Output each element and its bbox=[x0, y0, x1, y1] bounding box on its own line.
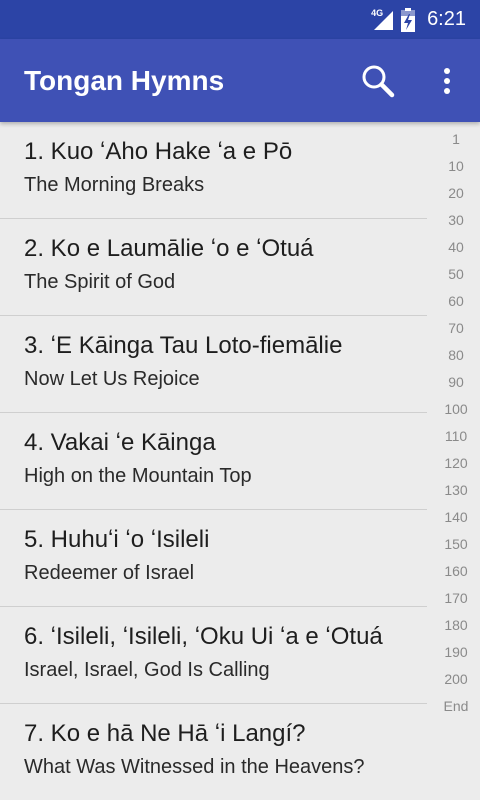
index-item-1[interactable]: 1 bbox=[432, 131, 480, 147]
signal-icon: 4G bbox=[371, 8, 395, 31]
overflow-menu-button[interactable] bbox=[423, 57, 471, 105]
hymn-list-item[interactable]: 5. Huhuʻi ʻo ʻIsileli Redeemer of Israel bbox=[0, 510, 427, 607]
index-item-70[interactable]: 70 bbox=[432, 320, 480, 336]
index-item-110[interactable]: 110 bbox=[432, 428, 480, 444]
index-item-90[interactable]: 90 bbox=[432, 374, 480, 390]
hymn-list-item[interactable]: 2. Ko e Laumālie ʻo e ʻOtuá The Spirit o… bbox=[0, 219, 427, 316]
hymn-title: 6. ʻIsileli, ʻIsileli, ʻOku Ui ʻa e ʻOtu… bbox=[24, 623, 383, 650]
index-item-40[interactable]: 40 bbox=[432, 239, 480, 255]
index-item-60[interactable]: 60 bbox=[432, 293, 480, 309]
fast-scroll-index[interactable]: 1 10 20 30 40 50 60 70 80 90 100 110 120… bbox=[432, 131, 480, 731]
hymn-title: 7. Ko e hā Ne Hā ʻi Langí? bbox=[24, 720, 306, 747]
index-item-20[interactable]: 20 bbox=[432, 185, 480, 201]
app-title: Tongan Hymns bbox=[24, 65, 225, 96]
index-item-190[interactable]: 190 bbox=[432, 644, 480, 660]
status-bar: 4G 6:21 bbox=[0, 0, 480, 39]
index-item-50[interactable]: 50 bbox=[432, 266, 480, 282]
index-item-200[interactable]: 200 bbox=[432, 671, 480, 687]
hymn-subtitle: Israel, Israel, God Is Calling bbox=[24, 659, 270, 681]
hymn-subtitle: The Morning Breaks bbox=[24, 174, 205, 196]
battery-icon bbox=[401, 7, 416, 32]
index-item-150[interactable]: 150 bbox=[432, 536, 480, 552]
status-icons: 4G 6:21 bbox=[371, 0, 466, 39]
hymn-subtitle: What Was Witnessed in the Heavens? bbox=[24, 756, 365, 778]
hymn-title: 4. Vakai ʻe Kāinga bbox=[24, 429, 216, 456]
search-icon bbox=[361, 64, 395, 98]
hymn-list-item[interactable]: 1. Kuo ʻAho Hake ʻa e Pō The Morning Bre… bbox=[0, 122, 427, 219]
more-vert-icon bbox=[443, 67, 451, 95]
index-item-end[interactable]: End bbox=[432, 698, 480, 714]
hymn-list: 1. Kuo ʻAho Hake ʻa e Pō The Morning Bre… bbox=[0, 122, 427, 800]
clock-time: 6:21 bbox=[427, 8, 466, 30]
hymn-list-item[interactable]: 3. ʻE Kāinga Tau Loto-fiemālie Now Let U… bbox=[0, 316, 427, 413]
hymn-subtitle: Redeemer of Israel bbox=[24, 562, 195, 584]
hymn-subtitle: The Spirit of God bbox=[24, 271, 176, 293]
index-item-30[interactable]: 30 bbox=[432, 212, 480, 228]
index-item-100[interactable]: 100 bbox=[432, 401, 480, 417]
index-item-160[interactable]: 160 bbox=[432, 563, 480, 579]
hymn-subtitle: High on the Mountain Top bbox=[24, 465, 252, 487]
index-item-10[interactable]: 10 bbox=[432, 158, 480, 174]
search-button[interactable] bbox=[354, 57, 402, 105]
hymn-list-item[interactable]: 4. Vakai ʻe Kāinga High on the Mountain … bbox=[0, 413, 427, 510]
index-item-140[interactable]: 140 bbox=[432, 509, 480, 525]
hymn-subtitle: Now Let Us Rejoice bbox=[24, 368, 200, 390]
hymn-title: 2. Ko e Laumālie ʻo e ʻOtuá bbox=[24, 235, 314, 262]
hymn-title: 3. ʻE Kāinga Tau Loto-fiemālie bbox=[24, 332, 343, 359]
hymn-list-item[interactable]: 6. ʻIsileli, ʻIsileli, ʻOku Ui ʻa e ʻOtu… bbox=[0, 607, 427, 704]
index-item-120[interactable]: 120 bbox=[432, 455, 480, 471]
hymn-title: 5. Huhuʻi ʻo ʻIsileli bbox=[24, 526, 210, 553]
index-item-170[interactable]: 170 bbox=[432, 590, 480, 606]
app-bar: Tongan Hymns bbox=[0, 39, 480, 122]
hymn-list-item[interactable]: 7. Ko e hā Ne Hā ʻi Langí? What Was Witn… bbox=[0, 704, 427, 800]
index-item-130[interactable]: 130 bbox=[432, 482, 480, 498]
index-item-180[interactable]: 180 bbox=[432, 617, 480, 633]
hymn-title: 1. Kuo ʻAho Hake ʻa e Pō bbox=[24, 138, 293, 165]
index-item-80[interactable]: 80 bbox=[432, 347, 480, 363]
